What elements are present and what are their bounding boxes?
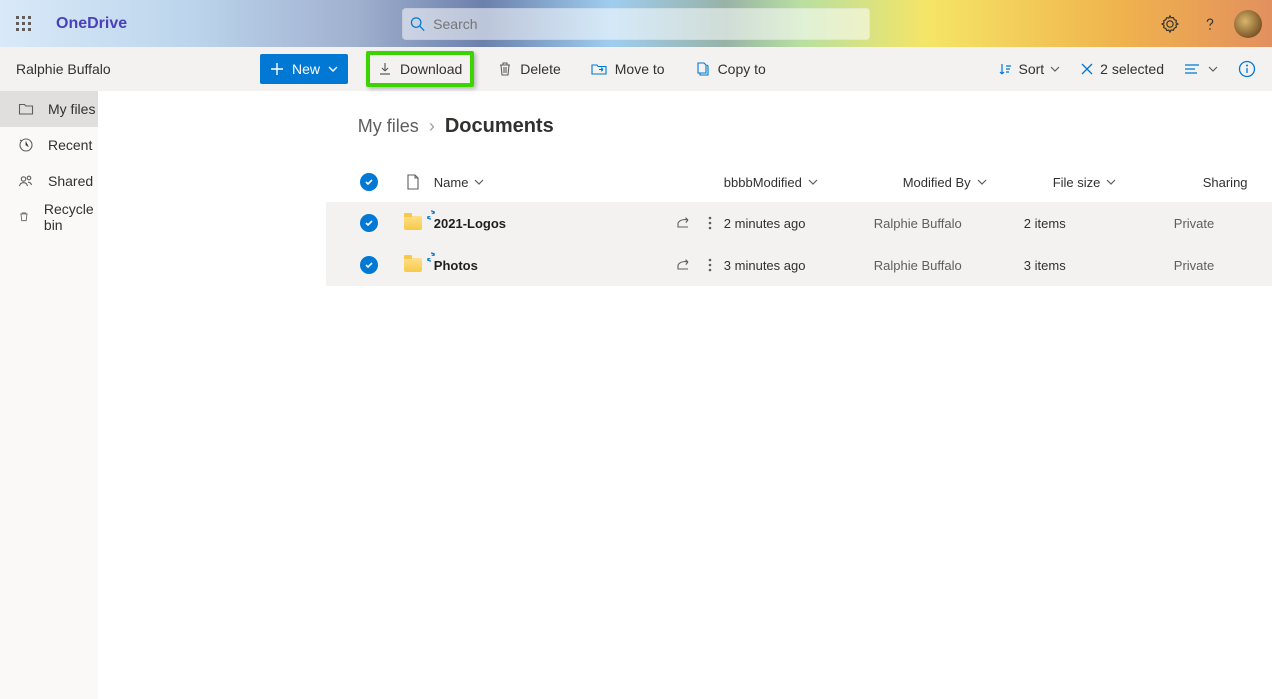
folder-icon — [404, 216, 422, 230]
row-file-size: 2 items — [1024, 216, 1066, 231]
sort-button[interactable]: Sort — [998, 61, 1060, 77]
list-view-icon — [1184, 63, 1202, 75]
sidebar-item-label: My files — [48, 101, 95, 117]
download-button[interactable]: Download — [372, 57, 468, 81]
app-launcher-icon[interactable] — [0, 0, 48, 47]
row-checkbox[interactable] — [360, 256, 378, 274]
selected-count-label: 2 selected — [1100, 61, 1164, 77]
file-type-header-icon[interactable] — [406, 174, 420, 190]
chevron-down-icon — [474, 177, 484, 187]
people-icon — [18, 173, 34, 189]
column-header-modified[interactable]: Modified — [753, 175, 903, 190]
delete-button-label: Delete — [520, 61, 560, 77]
share-icon[interactable] — [676, 258, 690, 272]
row-name: 2021-Logos — [434, 216, 506, 231]
app-title[interactable]: OneDrive — [56, 15, 127, 33]
sidebar-item-label: Recent — [48, 137, 92, 153]
sync-icon — [426, 252, 436, 262]
selected-count[interactable]: 2 selected — [1080, 61, 1164, 77]
move-to-button-label: Move to — [615, 61, 665, 77]
folder-icon — [18, 101, 34, 117]
sync-icon — [426, 210, 436, 220]
row-modified-by: Ralphie Buffalo — [874, 258, 962, 273]
sidebar-item-my-files[interactable]: My files — [0, 91, 98, 127]
account-name[interactable]: Ralphie Buffalo — [0, 47, 228, 91]
more-actions-icon[interactable] — [708, 216, 712, 230]
table-row[interactable]: Photos 3 minutes ago Ralphie Buffalo 3 i… — [326, 244, 1272, 286]
clock-icon — [18, 137, 34, 153]
column-header-sharing[interactable]: Sharing — [1203, 175, 1272, 190]
settings-icon[interactable] — [1154, 8, 1186, 40]
row-sharing: Private — [1174, 216, 1214, 231]
details-pane-button[interactable] — [1238, 53, 1256, 85]
new-button-label: New — [292, 61, 320, 77]
breadcrumb-current: Documents — [445, 115, 554, 138]
sidebar-item-recycle-bin[interactable]: Recycle bin — [0, 199, 98, 235]
breadcrumb-separator-icon: › — [429, 116, 435, 137]
main-content: My files › Documents Name bbbb Modified — [326, 91, 1272, 699]
column-header-file-size[interactable]: File size — [1053, 175, 1203, 190]
recycle-bin-icon — [18, 209, 30, 225]
copy-to-icon — [695, 61, 710, 77]
delete-button[interactable]: Delete — [492, 57, 566, 81]
info-icon — [1238, 60, 1256, 78]
move-to-icon — [591, 62, 607, 76]
chevron-down-icon — [977, 177, 987, 187]
chevron-down-icon — [1106, 177, 1116, 187]
sidebar-item-label: Recycle bin — [44, 201, 98, 233]
chevron-down-icon — [1050, 64, 1060, 74]
trash-icon — [498, 61, 512, 77]
help-icon[interactable] — [1194, 8, 1226, 40]
table-header: Name bbbb Modified Modified By File size… — [326, 162, 1272, 202]
breadcrumb: My files › Documents — [326, 115, 1272, 138]
chevron-down-icon — [1208, 64, 1218, 74]
column-header-modified-by[interactable]: Modified By — [903, 175, 1053, 190]
avatar[interactable] — [1234, 10, 1262, 38]
share-icon[interactable] — [676, 216, 690, 230]
sort-icon — [998, 62, 1012, 76]
chevron-down-icon — [328, 64, 338, 74]
copy-to-button-label: Copy to — [718, 61, 766, 77]
search-icon — [410, 16, 425, 32]
column-header-name[interactable]: Name — [434, 175, 724, 190]
move-to-button[interactable]: Move to — [585, 57, 671, 81]
row-checkbox[interactable] — [360, 214, 378, 232]
download-button-highlight: Download — [366, 51, 474, 87]
new-button[interactable]: New — [260, 54, 348, 84]
chevron-down-icon — [808, 177, 818, 187]
breadcrumb-parent[interactable]: My files — [358, 116, 419, 137]
download-button-label: Download — [400, 61, 462, 77]
more-actions-icon[interactable] — [708, 258, 712, 272]
clear-selection-icon — [1080, 62, 1094, 76]
row-file-size: 3 items — [1024, 258, 1066, 273]
search-box[interactable] — [402, 8, 870, 40]
download-icon — [378, 62, 392, 76]
copy-to-button[interactable]: Copy to — [689, 57, 772, 81]
sidebar-item-recent[interactable]: Recent — [0, 127, 98, 163]
sidebar: My files Recent Shared Recycle bin — [0, 91, 98, 699]
plus-icon — [270, 62, 284, 76]
search-input[interactable] — [433, 16, 862, 32]
view-options-button[interactable] — [1184, 63, 1218, 75]
table-row[interactable]: 2021-Logos 2 minutes ago Ralphie Buffalo… — [326, 202, 1272, 244]
sidebar-item-label: Shared — [48, 173, 93, 189]
row-modified: 2 minutes ago — [724, 216, 806, 231]
app-header: OneDrive — [0, 0, 1272, 47]
folder-icon — [404, 258, 422, 272]
row-name: Photos — [434, 258, 478, 273]
row-modified: 3 minutes ago — [724, 258, 806, 273]
row-sharing: Private — [1174, 258, 1214, 273]
sort-button-label: Sort — [1018, 61, 1044, 77]
select-all-checkbox[interactable] — [360, 173, 378, 191]
row-modified-by: Ralphie Buffalo — [874, 216, 962, 231]
sidebar-item-shared[interactable]: Shared — [0, 163, 98, 199]
